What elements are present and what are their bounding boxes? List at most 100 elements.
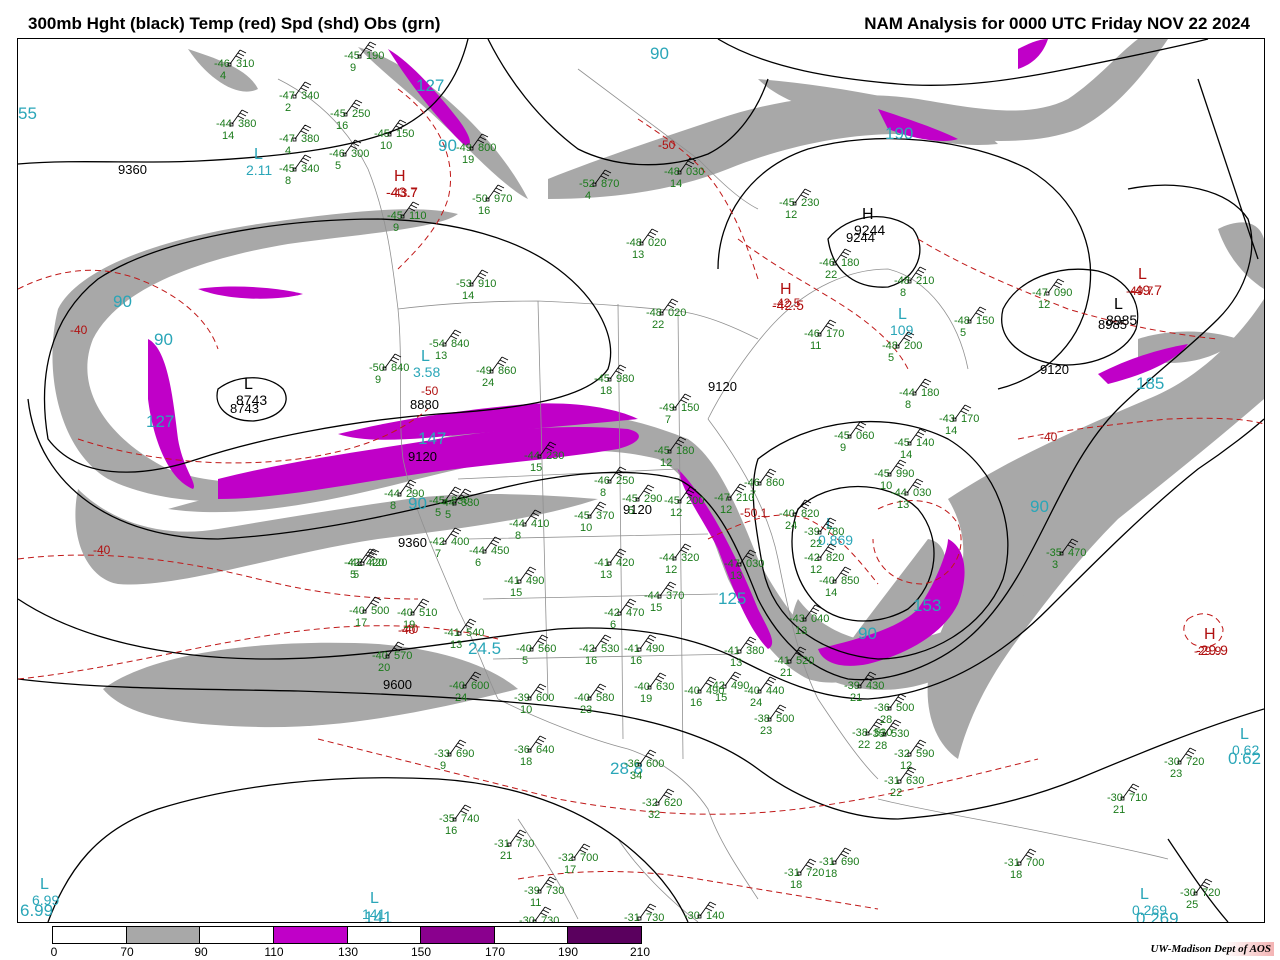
- station-plot: -45 060 9: [834, 421, 874, 454]
- station-temp: -45: [894, 437, 910, 449]
- center-value-label: -49.7: [1130, 282, 1162, 298]
- station-dewpoint-depression: 8: [600, 487, 606, 499]
- station-temp: -53: [456, 278, 472, 290]
- center-kind-label: H: [1204, 626, 1216, 643]
- station-dewpoint-depression: 12: [1038, 299, 1050, 311]
- station-plot: -45 340 8: [279, 154, 319, 187]
- station-height: 370: [666, 590, 684, 602]
- station-height: 060: [856, 430, 874, 442]
- pressure-center: H-43.7: [386, 168, 418, 200]
- station-height: 590: [916, 748, 934, 760]
- station-height: 720: [806, 867, 824, 879]
- station-dewpoint-depression: 9: [375, 374, 381, 386]
- station-dewpoint-depression: 18: [520, 756, 532, 768]
- station-height: 430: [866, 680, 884, 692]
- station-dewpoint-depression: 25: [1186, 899, 1198, 911]
- station-temp: -41: [444, 627, 460, 639]
- station-temp: -48: [626, 237, 642, 249]
- station-height: 820: [801, 508, 819, 520]
- center-kind-label: L: [244, 376, 253, 393]
- station-temp: -30: [1164, 756, 1180, 768]
- station-dewpoint-depression: 9: [840, 442, 846, 454]
- station-height: 720: [1202, 887, 1220, 899]
- station-temp: -40: [397, 607, 413, 619]
- station-plot: -45 370 10: [574, 501, 614, 534]
- station-temp: -41: [724, 645, 740, 657]
- legend-tick: 70: [120, 945, 134, 959]
- station-height: 290: [406, 488, 424, 500]
- station-height: 730: [546, 885, 564, 897]
- station-height: 500: [896, 702, 914, 714]
- station-height: 200: [686, 495, 704, 507]
- height-label: 9120: [408, 449, 437, 464]
- station-height: 020: [668, 307, 686, 319]
- station-height: 690: [841, 856, 859, 868]
- station-dewpoint-depression: 6: [475, 557, 481, 569]
- center-kind-label: L: [254, 146, 263, 163]
- station-temp: -35: [869, 728, 885, 740]
- station-temp: -40: [634, 681, 650, 693]
- temperature-label: -50: [658, 138, 676, 152]
- station-plot: -36 600 34: [624, 749, 664, 782]
- station-temp: -41: [594, 557, 610, 569]
- speed-label: 24.5: [468, 639, 501, 658]
- speed-label: 90: [858, 624, 877, 643]
- station-temp: -47: [1032, 287, 1048, 299]
- center-kind-label: L: [1140, 886, 1149, 903]
- station-height: 140: [706, 910, 724, 922]
- speed-label: 90: [650, 44, 669, 63]
- station-height: 040: [811, 613, 829, 625]
- border-line: [397, 300, 759, 340]
- station-plot: -36 640 18: [514, 735, 554, 768]
- center-value-label: 9244: [854, 222, 885, 238]
- station-plot: -48 210 8: [894, 266, 934, 299]
- station-temp: -44: [524, 450, 540, 462]
- station-dewpoint-depression: 14: [670, 178, 682, 190]
- station-height: 500: [371, 605, 389, 617]
- station-height: 490: [526, 575, 544, 587]
- station-dewpoint-depression: 18: [1010, 869, 1022, 881]
- station-plot: -40 500 17: [349, 596, 389, 629]
- station-height: 860: [498, 365, 516, 377]
- station-dewpoint-depression: 24: [750, 697, 762, 709]
- station-temp: -40: [372, 650, 388, 662]
- station-temp: -44: [439, 497, 455, 509]
- center-kind-label: L: [1240, 726, 1249, 743]
- station-height: 300: [351, 148, 369, 160]
- station-height: 690: [456, 748, 474, 760]
- center-value-label: 8743: [236, 392, 267, 408]
- station-temp: -30: [684, 910, 700, 922]
- station-dewpoint-depression: 14: [222, 130, 234, 142]
- station-dewpoint-depression: 12: [785, 209, 797, 221]
- station-height: 970: [494, 193, 512, 205]
- station-height: 490: [706, 685, 724, 697]
- station-temp: -44: [216, 118, 232, 130]
- station-temp: -30: [519, 915, 535, 922]
- station-dewpoint-depression: 12: [660, 457, 672, 469]
- station-temp: -45: [344, 50, 360, 62]
- legend-tick: 210: [629, 945, 651, 959]
- station-height: 600: [646, 758, 664, 770]
- station-temp: -41: [774, 655, 790, 667]
- station-dewpoint-depression: 9: [440, 760, 446, 772]
- center-value-label: -42.5: [772, 297, 804, 313]
- station-temp: -45: [654, 445, 670, 457]
- legend-swatch: [347, 927, 422, 943]
- speed-label: 190: [885, 124, 913, 143]
- station-temp: -45: [330, 108, 346, 120]
- temperature-label: -40: [70, 323, 88, 337]
- station-temp: -31: [494, 838, 510, 850]
- speed-label: 90: [113, 292, 132, 311]
- station-height: 180: [676, 445, 694, 457]
- station-height: 170: [826, 328, 844, 340]
- station-plot: -45 140 14: [894, 428, 934, 461]
- station-temp: -45: [834, 430, 850, 442]
- station-dewpoint-depression: 21: [780, 667, 792, 679]
- pressure-center: L0.62: [1232, 726, 1259, 758]
- station-dewpoint-depression: 23: [1170, 768, 1182, 780]
- station-height: 560: [538, 643, 556, 655]
- height-label: 9120: [1040, 362, 1069, 377]
- legend-tick: 0: [50, 945, 58, 959]
- station-plot: -40 630 19: [634, 672, 674, 705]
- station-temp: -44: [644, 590, 660, 602]
